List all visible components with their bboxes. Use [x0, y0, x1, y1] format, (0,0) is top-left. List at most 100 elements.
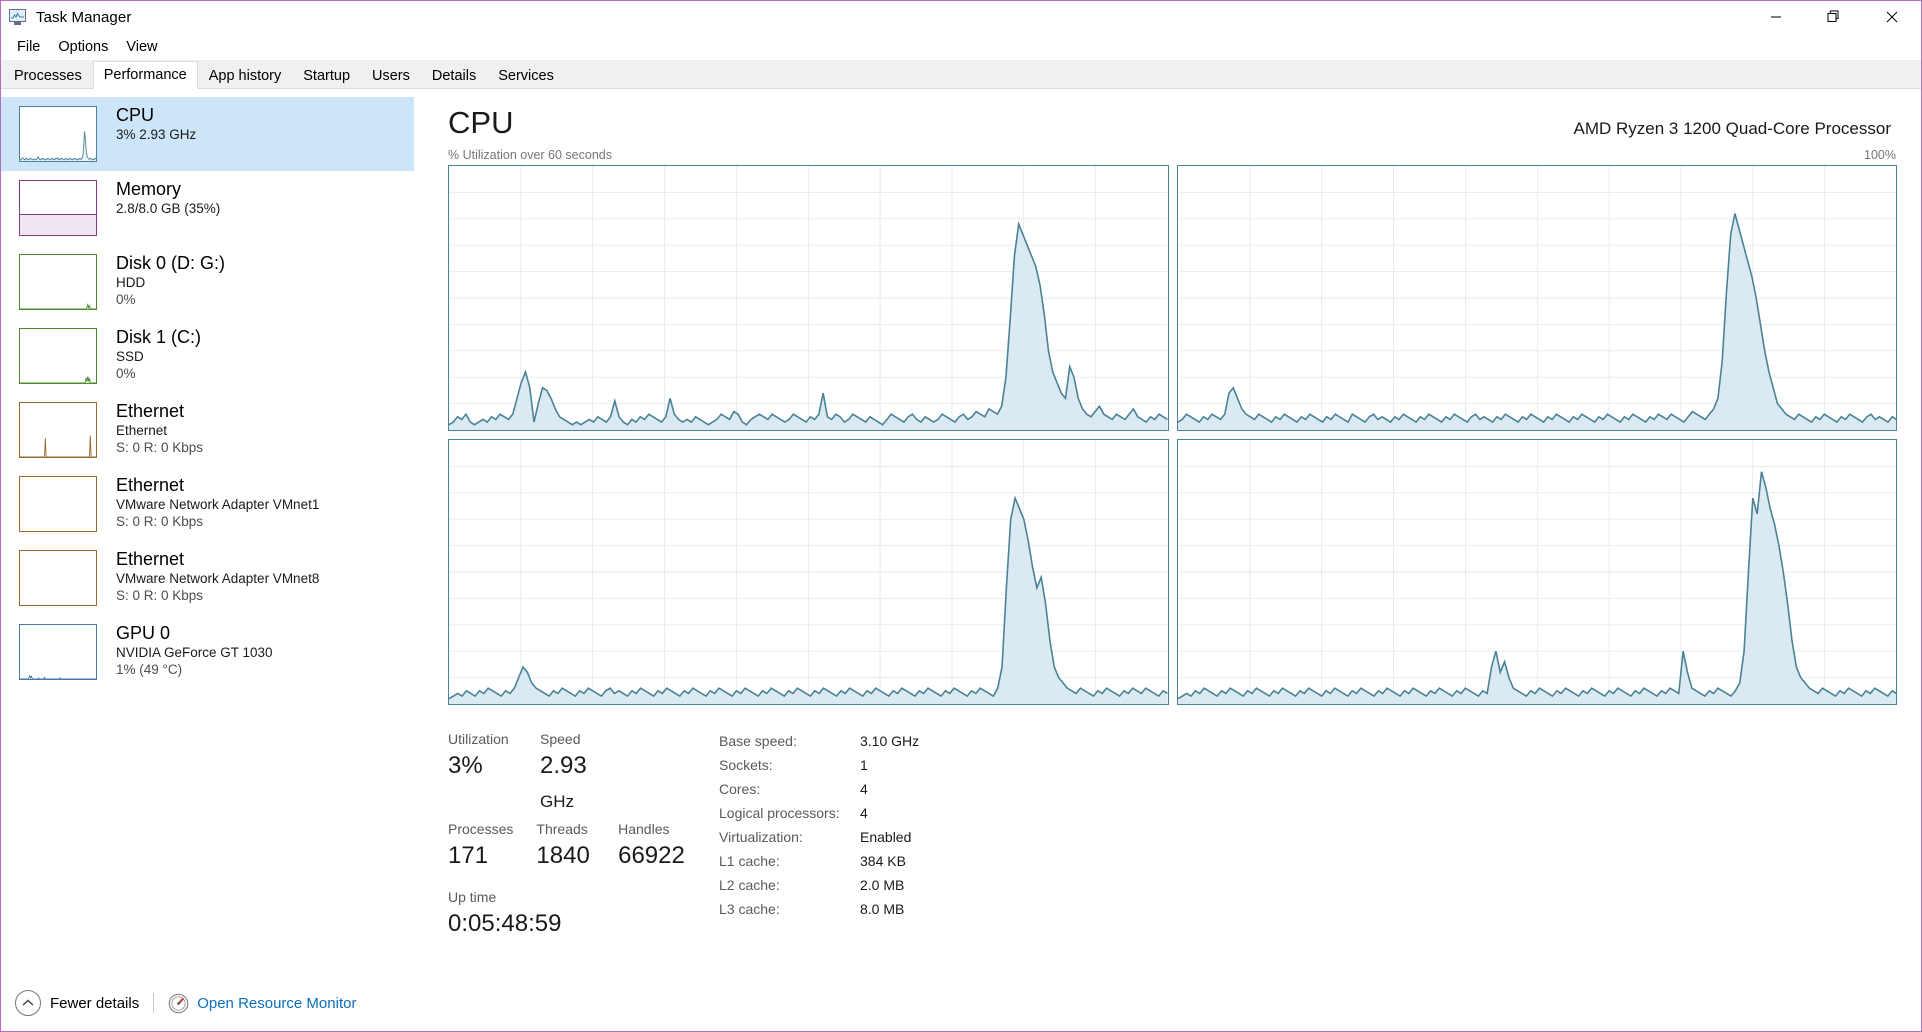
- detail-row: Cores: 4: [719, 777, 919, 801]
- sidebar-item-disk-0-d-g[interactable]: Disk 0 (D: G:) HDD 0%: [1, 245, 414, 319]
- sidebar-item-title: CPU: [116, 105, 155, 125]
- sidebar-item-text: Ethernet VMware Network Adapter VMnet1 S: …: [116, 474, 319, 530]
- chevron-up-icon: [15, 990, 41, 1016]
- threads-value: 1840: [536, 842, 590, 869]
- sidebar-item-ethernet[interactable]: Ethernet Ethernet S: 0 R: 0 Kbps: [1, 393, 414, 467]
- task-manager-icon: [9, 9, 27, 25]
- sidebar-item-title: Disk 0 (D: G:): [116, 253, 226, 273]
- detail-label: L3 cache:: [719, 901, 780, 917]
- sidebar-item-text: Ethernet VMware Network Adapter VMnet8 S: …: [116, 548, 319, 604]
- sidebar-item-title: GPU 0: [116, 623, 171, 643]
- sidebar-thumbnail-graph: [19, 106, 97, 162]
- detail-label: Virtualization:: [719, 829, 803, 845]
- detail-value: 3.10 GHz: [860, 733, 920, 749]
- detail-label: L2 cache:: [719, 877, 780, 893]
- sidebar-item-subtitle: NVIDIA GeForce GT 1030: [116, 645, 273, 660]
- processor-name: AMD Ryzen 3 1200 Quad-Core Processor: [1573, 119, 1891, 138]
- detail-row: L3 cache: 8.0 MB: [719, 897, 919, 921]
- detail-value: 1: [860, 757, 868, 773]
- detail-value: 2.0 MB: [860, 877, 905, 893]
- cpu-graph-panel-2[interactable]: [448, 439, 1169, 705]
- cpu-detail-pane: CPU AMD Ryzen 3 1200 Quad-Core Processor…: [414, 89, 1921, 975]
- tab-strip: Processes Performance App history Startu…: [1, 60, 1921, 89]
- cpu-graph-panel-0[interactable]: [448, 165, 1169, 431]
- sidebar-item-text: Disk 1 (C:) SSD 0%: [116, 326, 201, 382]
- maximize-button[interactable]: [1805, 1, 1863, 33]
- sidebar-item-title: Ethernet: [116, 549, 185, 569]
- detail-row: Logical processors: 4: [719, 801, 919, 825]
- menu-view[interactable]: View: [117, 37, 166, 57]
- tab-details[interactable]: Details: [420, 62, 488, 88]
- tab-performance[interactable]: Performance: [92, 61, 198, 89]
- detail-label: Base speed:: [719, 733, 797, 749]
- open-resource-monitor-label: Open Resource Monitor: [197, 994, 357, 1012]
- task-manager-window: Task Manager File Options View Processes…: [0, 0, 1922, 1032]
- cpu-graph-panel-3[interactable]: [1176, 439, 1897, 705]
- fewer-details-label: Fewer details: [50, 994, 140, 1012]
- open-resource-monitor-link[interactable]: Open Resource Monitor: [168, 993, 356, 1014]
- tab-startup[interactable]: Startup: [292, 62, 362, 88]
- minimize-button[interactable]: [1747, 1, 1805, 33]
- logical-processor-graph-grid[interactable]: [448, 165, 1897, 705]
- detail-value: Enabled: [860, 829, 912, 845]
- sidebar-item-subtitle: HDD: [116, 275, 146, 290]
- detail-value: 4: [860, 805, 868, 821]
- uptime-label: Up time: [448, 889, 497, 905]
- status-bar: Fewer details Open Resource Monitor: [1, 975, 1921, 1031]
- processes-label: Processes: [448, 821, 514, 837]
- detail-row: Base speed: 3.10 GHz: [719, 729, 919, 753]
- tab-processes[interactable]: Processes: [3, 62, 93, 88]
- sidebar-item-disk-1-c[interactable]: Disk 1 (C:) SSD 0%: [1, 319, 414, 393]
- threads-label: Threads: [536, 821, 588, 837]
- speed-unit: GHz: [540, 792, 574, 811]
- sidebar-item-text: CPU 3% 2.93 GHz: [116, 104, 196, 143]
- tab-app-history[interactable]: App history: [197, 62, 293, 88]
- processes-value: 171: [448, 842, 489, 869]
- detail-row: L1 cache: 384 KB: [719, 849, 919, 873]
- cpu-graph-panel-1[interactable]: [1176, 165, 1897, 431]
- speed-value: 2.93: [540, 752, 587, 779]
- sidebar-item-subtitle: SSD: [116, 349, 144, 364]
- content-area: CPU 3% 2.93 GHz Memory 2.8/8.0 GB (35%) Disk…: [1, 89, 1921, 975]
- sidebar-thumbnail-graph: [19, 624, 97, 680]
- sidebar-thumbnail-graph: [19, 476, 97, 532]
- sidebar-item-cpu[interactable]: CPU 3% 2.93 GHz: [1, 97, 414, 171]
- tab-users[interactable]: Users: [361, 62, 421, 88]
- cpu-stats-details: Base speed: 3.10 GHz Sockets: 1 Cores: 4 Logic…: [719, 729, 919, 941]
- utilization-value: 3%: [448, 752, 483, 779]
- tab-services[interactable]: Services: [487, 62, 565, 88]
- handles-value: 66922: [618, 842, 685, 869]
- menu-bar: File Options View: [1, 33, 1921, 60]
- resource-sidebar: CPU 3% 2.93 GHz Memory 2.8/8.0 GB (35%) Disk…: [1, 89, 414, 975]
- fewer-details-button[interactable]: Fewer details: [15, 990, 139, 1016]
- title-bar: Task Manager: [1, 1, 1921, 33]
- status-divider: [153, 993, 155, 1013]
- sidebar-thumbnail-graph: [19, 550, 97, 606]
- sidebar-item-metric: S: 0 R: 0 Kbps: [116, 440, 204, 455]
- cpu-stats-primary: Utilization 3% Speed 2.93 GHz Processes …: [448, 729, 695, 941]
- sidebar-thumbnail-graph: [19, 254, 97, 310]
- sidebar-item-subtitle: 2.8/8.0 GB (35%): [116, 201, 221, 216]
- sidebar-item-text: Memory 2.8/8.0 GB (35%): [116, 178, 220, 217]
- detail-label: Sockets:: [719, 757, 773, 773]
- sidebar-thumbnail-graph: [19, 328, 97, 384]
- sidebar-item-metric: 0%: [116, 292, 136, 307]
- detail-row: L2 cache: 2.0 MB: [719, 873, 919, 897]
- detail-value: 8.0 MB: [860, 901, 905, 917]
- handles-label: Handles: [618, 821, 670, 837]
- sidebar-item-metric: 1% (49 °C): [116, 662, 183, 677]
- resource-monitor-icon: [168, 993, 189, 1014]
- sidebar-item-title: Ethernet: [116, 475, 185, 495]
- sidebar-item-ethernet[interactable]: Ethernet VMware Network Adapter VMnet8 S: …: [1, 541, 414, 615]
- sidebar-item-title: Ethernet: [116, 401, 185, 421]
- sidebar-thumbnail-graph: [19, 180, 97, 236]
- sidebar-item-gpu-0[interactable]: GPU 0 NVIDIA GeForce GT 1030 1% (49 °C): [1, 615, 414, 689]
- close-button[interactable]: [1863, 1, 1921, 33]
- sidebar-item-metric: 0%: [116, 366, 136, 381]
- detail-label: Cores:: [719, 781, 761, 797]
- menu-options[interactable]: Options: [49, 37, 117, 57]
- sidebar-item-ethernet[interactable]: Ethernet VMware Network Adapter VMnet1 S: …: [1, 467, 414, 541]
- sidebar-thumbnail-graph: [19, 402, 97, 458]
- sidebar-item-memory[interactable]: Memory 2.8/8.0 GB (35%): [1, 171, 414, 245]
- menu-file[interactable]: File: [8, 37, 49, 57]
